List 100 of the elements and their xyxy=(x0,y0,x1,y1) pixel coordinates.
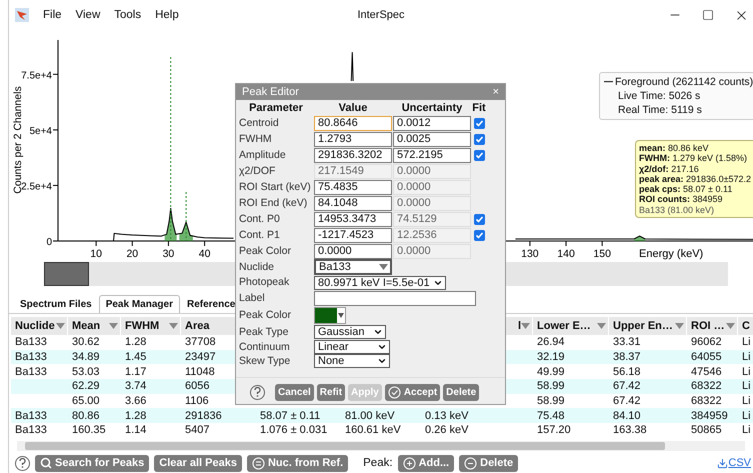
parameter-label: ROI End (keV) xyxy=(239,196,308,211)
table-cell: 32.19 xyxy=(537,351,565,364)
field-label: Skew Type xyxy=(239,354,292,368)
table-cell: 64055 xyxy=(691,351,722,364)
table-cell: Li xyxy=(742,395,751,408)
y-tick-label: 5e+4 xyxy=(29,126,52,137)
table-cell: 160.35 xyxy=(72,424,106,436)
table-cell: Li xyxy=(742,351,751,364)
column-header: Parameter xyxy=(248,102,304,115)
table-cell: 67.42 xyxy=(613,380,641,392)
table-cell: 34.89 xyxy=(72,351,100,364)
field-label: Peak Color xyxy=(239,308,292,323)
field-label: Continuum xyxy=(239,340,291,354)
table-cell: 5407 xyxy=(185,424,210,436)
table-cell: Li xyxy=(742,380,751,392)
table-cell: 68322 xyxy=(691,380,722,392)
table-cell: 58.99 xyxy=(537,395,565,408)
y-tick-label: 2.5e+4 xyxy=(21,181,52,192)
y-tick-label: 7.5e+4 xyxy=(21,70,52,82)
tooltip-line: mean: 80.86 keV xyxy=(639,143,710,154)
dialog-title: Peak Editor xyxy=(242,86,299,98)
column-header: Uncertainty xyxy=(400,102,464,115)
table-cell: 26.94 xyxy=(537,336,565,348)
x-tick-label: 10 xyxy=(90,248,102,260)
field-label: Photopeak xyxy=(239,275,290,290)
window-title: InterSpec xyxy=(357,9,405,21)
table-cell: 56.18 xyxy=(613,366,641,378)
field-label: Peak Type xyxy=(239,325,290,340)
legend-series-label: Foreground (2621142 counts) xyxy=(615,75,753,89)
table-cell: 1.45 xyxy=(125,351,146,364)
table-cell: Ba133 xyxy=(15,366,47,378)
parameter-label: Cont. P0 xyxy=(239,212,281,227)
table-cell: 53.03 xyxy=(72,366,100,378)
parameter-label: FWHM xyxy=(239,132,273,147)
y-tick-label: 0 xyxy=(46,237,52,248)
table-cell: 3.66 xyxy=(125,395,146,408)
table-cell: 1.17 xyxy=(125,366,146,378)
x-tick-label: 40 xyxy=(198,248,210,260)
x-tick-label: 150 xyxy=(593,248,611,260)
tooltip-line: peak cps: 58.07 ± 0.11 xyxy=(639,184,734,194)
table-cell: 38.37 xyxy=(613,351,641,364)
x-tick-label: 30 xyxy=(162,248,174,260)
table-cell: Ba133 xyxy=(15,351,47,364)
table-cell: 157.20 xyxy=(537,424,571,436)
legend-text: Real Time: 5119 s xyxy=(618,103,702,117)
tooltip-line: FWHM: 1.279 keV (1.58%) xyxy=(639,153,748,164)
table-cell: 58.07 ± 0.11 xyxy=(260,410,320,422)
table-cell: Ba133 xyxy=(15,336,47,348)
table-cell: 1.14 xyxy=(125,424,146,436)
tooltip-line: Ba133 (81.00 keV) xyxy=(639,204,716,216)
table-cell: 75.48 xyxy=(537,410,565,422)
table-cell: Li xyxy=(742,424,751,436)
table-cell: 65.00 xyxy=(72,395,100,408)
table-cell: 62.29 xyxy=(72,380,100,392)
table-cell: 3.74 xyxy=(125,380,146,392)
table-cell: 6056 xyxy=(185,380,210,392)
table-cell: 84.10 xyxy=(613,410,641,422)
parameter-label: χ2/DOF xyxy=(239,164,276,179)
table-cell: 67.42 xyxy=(613,395,641,408)
tooltip-line: peak area: 291836.0±572.2 xyxy=(639,174,752,184)
table-cell: 68322 xyxy=(691,395,722,408)
parameter-label: Peak Color xyxy=(239,244,292,259)
table-cell: Ba133 xyxy=(15,424,47,436)
table-cell: 1.076 ± 0.031 xyxy=(260,424,328,436)
column-header: Fit xyxy=(472,102,486,115)
table-cell: 33.31 xyxy=(613,336,641,348)
parameter-label: ROI Start (keV) xyxy=(239,180,312,195)
parameter-label: Cont. P1 xyxy=(239,228,281,243)
table-cell: 163.38 xyxy=(613,424,647,436)
tooltip-line: ROI counts: 384959 xyxy=(639,194,724,205)
table-cell: 30.62 xyxy=(72,336,100,348)
table-cell: 50865 xyxy=(691,424,722,436)
table-cell: 47546 xyxy=(691,366,722,378)
table-cell: 96062 xyxy=(691,336,722,348)
table-cell: Li xyxy=(742,366,751,378)
peak-label: Peak: xyxy=(363,457,393,469)
tooltip-line: χ2/dof: 217.16 xyxy=(639,164,700,174)
table-cell: 11048 xyxy=(185,366,215,378)
legend-text: Live Time: 5026 s xyxy=(618,89,700,103)
x-tick-label: 140 xyxy=(557,248,575,260)
x-tick-label: 130 xyxy=(521,248,539,260)
table-cell: 160.61 keV xyxy=(345,424,401,436)
table-cell: 37708 xyxy=(185,336,216,348)
field-label: Nuclide xyxy=(239,260,276,275)
table-cell: 0.13 keV xyxy=(425,410,468,422)
table-cell: 291836 xyxy=(185,410,222,422)
table-cell: 80.86 xyxy=(72,410,100,422)
column-header: Value xyxy=(338,102,368,115)
parameter-label: Amplitude xyxy=(239,148,287,163)
x-tick-label: 20 xyxy=(126,248,138,260)
table-cell: Li xyxy=(742,336,751,348)
table-cell: 58.99 xyxy=(537,380,565,392)
table-cell: 0.26 keV xyxy=(425,424,468,436)
table-cell: 1.28 xyxy=(125,410,146,422)
table-cell: Ba133 xyxy=(15,410,47,422)
table-cell: 81.00 keV xyxy=(345,410,395,422)
table-cell: Li xyxy=(742,410,751,422)
table-cell: 1.28 xyxy=(125,336,146,348)
table-cell: 23497 xyxy=(185,351,216,364)
x-axis-label: Energy (keV) xyxy=(639,248,704,260)
